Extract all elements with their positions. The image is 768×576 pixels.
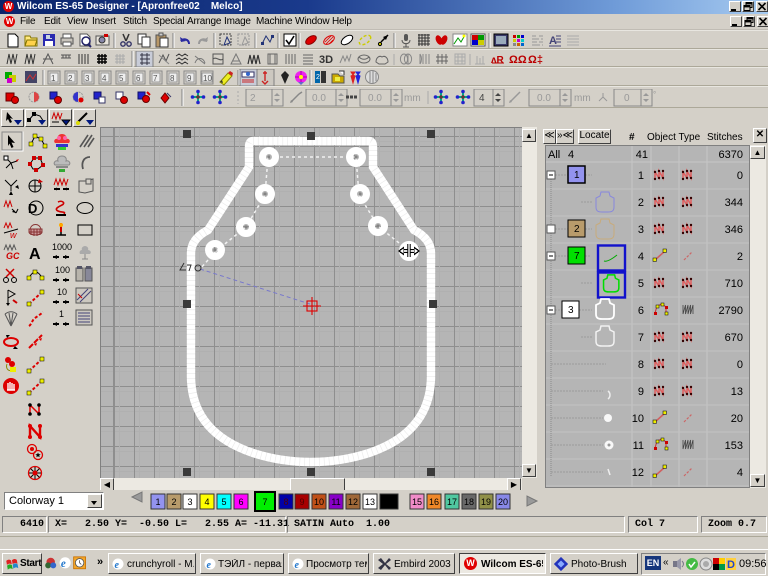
svg-text:8: 8 bbox=[283, 497, 288, 507]
svg-text:1: 1 bbox=[574, 170, 580, 181]
svg-text:2: 2 bbox=[316, 74, 320, 81]
svg-text:7: 7 bbox=[262, 497, 267, 507]
svg-text:2: 2 bbox=[68, 74, 73, 83]
svg-text:15: 15 bbox=[412, 497, 422, 507]
svg-text:2: 2 bbox=[737, 251, 743, 263]
svg-text:344: 344 bbox=[725, 197, 743, 209]
svg-text:20: 20 bbox=[498, 497, 508, 507]
svg-text:ʌR: ʌR bbox=[491, 55, 505, 66]
svg-text:e: e bbox=[61, 558, 66, 570]
svg-text:2: 2 bbox=[638, 197, 644, 209]
svg-text:mm: mm bbox=[574, 93, 591, 104]
svg-text:Ω‡: Ω‡ bbox=[528, 54, 543, 66]
svg-text:0: 0 bbox=[737, 170, 743, 182]
svg-text:GC: GC bbox=[6, 251, 20, 261]
svg-text:153: 153 bbox=[725, 440, 743, 452]
svg-text:8: 8 bbox=[170, 74, 175, 83]
svg-text:4: 4 bbox=[638, 251, 644, 263]
svg-text:10: 10 bbox=[632, 413, 644, 425]
svg-text:710: 710 bbox=[725, 278, 743, 290]
svg-text:3: 3 bbox=[187, 497, 192, 507]
svg-text:670: 670 bbox=[725, 332, 743, 344]
svg-text:4: 4 bbox=[479, 93, 485, 104]
svg-text:D: D bbox=[727, 559, 735, 571]
svg-text:3: 3 bbox=[638, 224, 644, 236]
svg-text:e: e bbox=[115, 560, 120, 570]
svg-text:3: 3 bbox=[85, 74, 90, 83]
svg-text:6: 6 bbox=[238, 497, 243, 507]
svg-text:13: 13 bbox=[731, 386, 743, 398]
svg-text:18: 18 bbox=[464, 497, 474, 507]
svg-text:6: 6 bbox=[136, 74, 141, 83]
svg-text:3D: 3D bbox=[319, 54, 333, 66]
svg-text:4: 4 bbox=[568, 149, 574, 161]
svg-text:A: A bbox=[549, 35, 557, 47]
svg-text:11: 11 bbox=[633, 440, 644, 452]
svg-text:2: 2 bbox=[250, 93, 256, 104]
svg-text:9: 9 bbox=[187, 74, 192, 83]
svg-text:1: 1 bbox=[59, 309, 64, 319]
svg-text:11: 11 bbox=[331, 497, 340, 507]
svg-text:2790: 2790 bbox=[719, 305, 743, 317]
svg-text:346: 346 bbox=[725, 224, 743, 236]
svg-text:0: 0 bbox=[624, 93, 630, 104]
svg-text:4: 4 bbox=[204, 497, 209, 507]
svg-text:mm: mm bbox=[404, 93, 421, 104]
svg-text:0.0: 0.0 bbox=[368, 93, 382, 104]
svg-text:41: 41 bbox=[636, 149, 648, 161]
svg-text:4: 4 bbox=[102, 74, 107, 83]
svg-text:e: e bbox=[295, 560, 300, 570]
svg-text:10: 10 bbox=[203, 74, 212, 83]
svg-text:10: 10 bbox=[314, 497, 324, 507]
svg-text:5: 5 bbox=[638, 278, 644, 290]
svg-text:9: 9 bbox=[638, 386, 644, 398]
svg-text:0: 0 bbox=[737, 359, 743, 371]
svg-text:1: 1 bbox=[638, 170, 644, 182]
svg-text:ΩΩ: ΩΩ bbox=[509, 54, 527, 66]
svg-text:10: 10 bbox=[57, 287, 67, 297]
svg-text:13: 13 bbox=[365, 497, 375, 507]
svg-text:w: w bbox=[10, 230, 17, 240]
svg-text:7: 7 bbox=[153, 74, 158, 83]
svg-text:19: 19 bbox=[481, 497, 491, 507]
svg-text:A: A bbox=[29, 246, 41, 263]
svg-text:2: 2 bbox=[574, 224, 580, 235]
svg-text:1000: 1000 bbox=[52, 242, 72, 252]
svg-text:20: 20 bbox=[731, 413, 743, 425]
svg-text:16: 16 bbox=[429, 497, 439, 507]
svg-text:e: e bbox=[207, 560, 212, 570]
svg-text:°: ° bbox=[653, 90, 656, 99]
svg-text:5: 5 bbox=[221, 497, 226, 507]
svg-text:1: 1 bbox=[155, 497, 160, 507]
svg-text:9: 9 bbox=[299, 497, 304, 507]
svg-text:12: 12 bbox=[348, 497, 358, 507]
svg-text:7: 7 bbox=[574, 251, 580, 262]
svg-text:6370: 6370 bbox=[719, 149, 743, 161]
svg-text:1: 1 bbox=[51, 74, 56, 83]
svg-text:100: 100 bbox=[55, 265, 70, 275]
svg-text:2: 2 bbox=[171, 497, 176, 507]
svg-text:17: 17 bbox=[447, 497, 457, 507]
svg-text:5: 5 bbox=[119, 74, 124, 83]
svg-text:All: All bbox=[548, 149, 560, 161]
svg-text:3: 3 bbox=[568, 305, 574, 316]
svg-text:4: 4 bbox=[737, 467, 743, 479]
svg-text:6: 6 bbox=[638, 305, 644, 317]
svg-text:8: 8 bbox=[638, 359, 644, 371]
svg-text:7: 7 bbox=[638, 332, 644, 344]
svg-text:0.0: 0.0 bbox=[312, 93, 326, 104]
svg-text:0.0: 0.0 bbox=[537, 93, 551, 104]
svg-text:12: 12 bbox=[632, 467, 644, 479]
